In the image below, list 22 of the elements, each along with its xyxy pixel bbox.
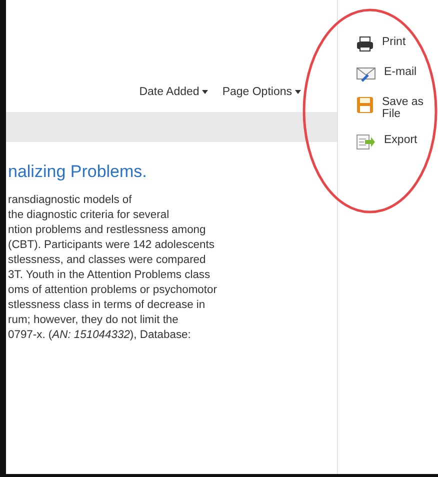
abstract-text: (CBT). Participants were 142 adolescents <box>8 238 216 253</box>
abstract-text: ntion problems and restlessness among <box>8 223 207 238</box>
abstract-text: ransdiagnostic models of <box>8 193 133 208</box>
caret-icon <box>295 90 301 94</box>
export-document-icon <box>356 134 376 150</box>
envelope-icon <box>356 66 376 82</box>
tool-link[interactable]: E-mail <box>356 66 426 82</box>
dropdown-menu[interactable]: Date Added <box>139 86 208 98</box>
printer-icon <box>356 36 374 52</box>
tool-link[interactable]: Save as File <box>356 96 426 120</box>
abstract-text: stlessness class in terms of decrease in <box>8 298 206 313</box>
tool-link[interactable]: Print <box>356 36 426 52</box>
tool-link[interactable]: Export <box>356 134 426 150</box>
abstract-text: rum; however, they do not limit the <box>8 313 180 328</box>
caret-icon <box>202 90 208 94</box>
dropdown-menu[interactable]: Page Options <box>222 86 301 98</box>
article-title[interactable]: nalizing Problems. <box>8 162 337 182</box>
abstract-text: 3T. Youth in the Attention Problems class <box>8 268 212 283</box>
abstract-text: 0797-x. (AN: 151044332), Database: <box>8 328 192 343</box>
abstract-text: stlessness, and classes were compared <box>8 253 207 268</box>
abstract-text: oms of attention problems or psychomotor <box>8 283 218 298</box>
abstract-text: the diagnostic criteria for several <box>8 208 170 223</box>
